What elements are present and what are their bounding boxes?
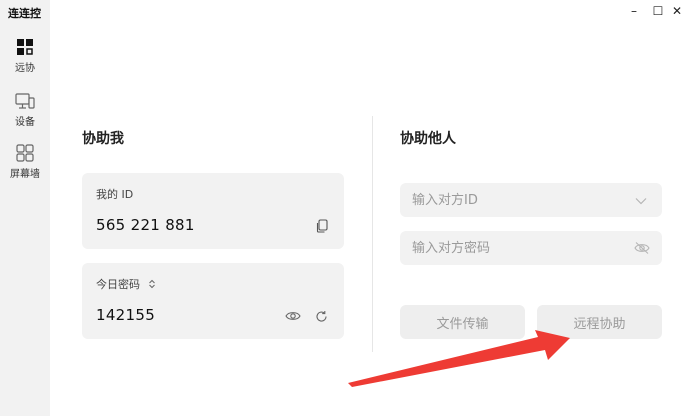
remote-assist-button[interactable]: 远程协助 bbox=[537, 305, 662, 339]
sidebar-item-device[interactable]: 设备 bbox=[0, 92, 50, 128]
chevron-updown-icon bbox=[148, 279, 155, 289]
refresh-password-button[interactable] bbox=[313, 308, 329, 324]
app-title: 连连控 bbox=[8, 7, 41, 20]
my-id-label: 我的 ID bbox=[96, 188, 134, 201]
remote-assist-icon bbox=[17, 39, 33, 55]
partner-password-field bbox=[400, 231, 662, 265]
today-password-value: 142155 bbox=[96, 306, 156, 324]
chevron-down-icon[interactable] bbox=[634, 194, 648, 208]
copy-id-button[interactable] bbox=[314, 218, 330, 234]
today-password-label: 今日密码 bbox=[96, 278, 140, 291]
sidebar-item-label: 设备 bbox=[15, 117, 35, 128]
minimize-button[interactable]: – bbox=[623, 0, 645, 22]
sidebar-item-screen-wall[interactable]: 屏幕墙 bbox=[0, 144, 50, 180]
maximize-icon: ☐ bbox=[652, 4, 664, 18]
screen-wall-icon bbox=[16, 144, 34, 162]
refresh-icon bbox=[315, 310, 327, 322]
my-id-value: 565 221 881 bbox=[96, 216, 195, 234]
minimize-icon: – bbox=[631, 4, 637, 18]
close-button[interactable]: ✕ bbox=[666, 0, 688, 22]
help-me-title: 协助我 bbox=[82, 131, 124, 147]
today-password-card: 今日密码 142155 bbox=[82, 263, 344, 339]
eye-off-icon[interactable] bbox=[634, 241, 650, 255]
sidebar-item-label: 屏幕墙 bbox=[10, 169, 40, 180]
copy-icon bbox=[316, 219, 328, 233]
device-icon bbox=[15, 93, 35, 109]
partner-id-field bbox=[400, 183, 662, 217]
help-others-title: 协助他人 bbox=[400, 131, 456, 147]
partner-password-input[interactable] bbox=[412, 231, 622, 265]
close-icon: ✕ bbox=[671, 4, 683, 18]
file-transfer-button[interactable]: 文件传输 bbox=[400, 305, 525, 339]
my-id-card: 我的 ID 565 221 881 bbox=[82, 173, 344, 249]
partner-id-input[interactable] bbox=[412, 183, 622, 217]
section-divider bbox=[372, 116, 373, 352]
sidebar-item-label: 远协 bbox=[15, 63, 35, 74]
sidebar: 连连控 远协 设备 屏幕墙 bbox=[0, 0, 50, 416]
eye-icon bbox=[285, 312, 301, 320]
password-label-group[interactable]: 今日密码 bbox=[96, 276, 156, 292]
toggle-password-visibility-button[interactable] bbox=[284, 308, 302, 324]
sidebar-item-remote-assist[interactable]: 远协 bbox=[0, 38, 50, 74]
